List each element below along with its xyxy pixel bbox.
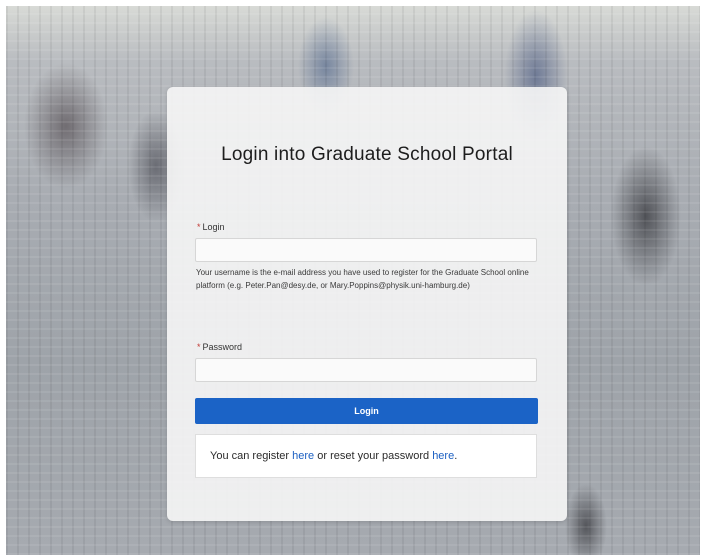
login-label-row: * Login [197,222,225,232]
login-label: Login [202,222,225,232]
register-text-middle: or reset your password [314,450,433,462]
reset-password-link[interactable]: here [432,450,454,462]
login-button[interactable]: Login [195,398,538,424]
required-marker: * [197,222,201,232]
register-text-prefix: You can register [210,450,293,462]
login-card: Login into Graduate School Portal * Login… [167,87,567,521]
login-input[interactable] [195,238,537,262]
register-text-suffix: . [454,450,458,462]
register-box: You can register here or reset your pass… [195,434,537,478]
password-label: Password [202,342,243,352]
password-label-row: * Password [197,342,242,352]
register-link[interactable]: here [292,450,314,462]
required-marker: * [197,342,201,352]
login-help-text: Your username is the e-mail address you … [196,268,529,290]
page-title: Login into Graduate School Portal [221,144,513,165]
password-input[interactable] [195,358,537,382]
